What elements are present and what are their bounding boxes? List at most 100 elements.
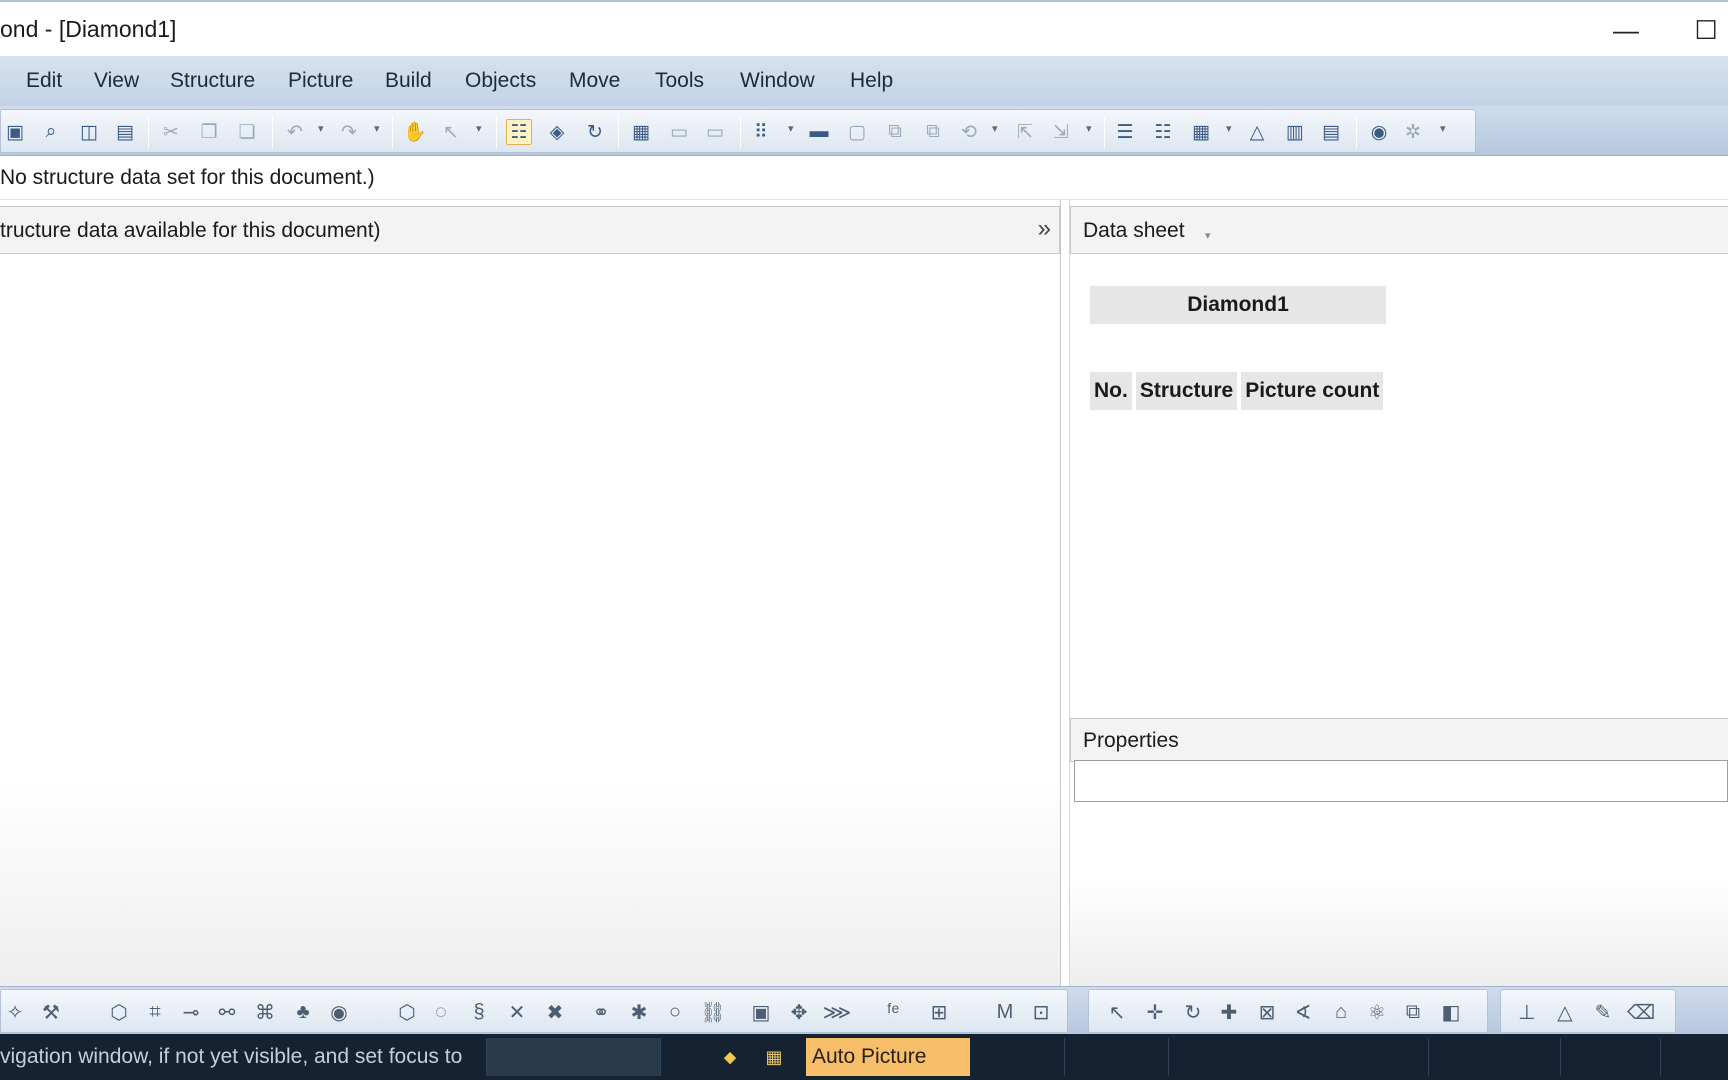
measure-angle-icon[interactable]: △ xyxy=(1552,999,1578,1025)
bond-icon[interactable]: ⊸ xyxy=(178,999,204,1025)
rotate-icon[interactable]: ↻ xyxy=(1180,999,1206,1025)
menu-picture[interactable]: Picture xyxy=(288,69,353,93)
picture-copy-icon[interactable]: ▭ xyxy=(666,119,692,145)
measure-icon[interactable]: ✎ xyxy=(1590,999,1616,1025)
camera-icon[interactable]: ▬ xyxy=(806,119,832,145)
structure-view[interactable] xyxy=(0,254,1060,986)
ruler-icon[interactable]: ⊥ xyxy=(1514,999,1540,1025)
chain-icon[interactable]: ⛓ xyxy=(700,999,726,1025)
move-icon[interactable]: ✛ xyxy=(1142,999,1168,1025)
picture-dim-icon[interactable]: ▭ xyxy=(702,119,728,145)
hexagon-icon[interactable]: ⬡ xyxy=(394,999,420,1025)
object-icon[interactable]: ⧉ xyxy=(1400,999,1426,1025)
table-dropdown-icon[interactable]: ▾ xyxy=(1226,122,1232,135)
grid-points-icon[interactable]: ⊞ xyxy=(926,999,952,1025)
copy-page-icon[interactable]: ⧉ xyxy=(882,119,908,145)
link-icon[interactable]: ⚭ xyxy=(588,999,614,1025)
grid-dropdown-icon[interactable]: ▾ xyxy=(788,122,794,135)
panel-splitter[interactable] xyxy=(1060,200,1070,986)
select-pointer-icon[interactable]: ↖ xyxy=(438,119,464,145)
menu-help[interactable]: Help xyxy=(850,69,893,93)
redo-icon[interactable]: ↷ xyxy=(336,119,362,145)
column-header-picture-count[interactable]: Picture count xyxy=(1241,372,1384,410)
minimize-button[interactable]: — xyxy=(1606,12,1646,48)
network-icon[interactable]: ✱ xyxy=(626,999,652,1025)
lattice-plane-icon[interactable]: ⋙ xyxy=(823,999,851,1025)
box-select-icon[interactable]: ⊡ xyxy=(1028,999,1054,1025)
tab-data-sheet[interactable]: Data sheet ▾ xyxy=(1070,206,1728,254)
pan-hand-icon[interactable]: ✋ xyxy=(402,119,428,145)
list-details-icon[interactable]: ☷ xyxy=(1150,119,1176,145)
redo-dropdown-icon[interactable]: ▾ xyxy=(374,122,380,135)
menu-build[interactable]: Build xyxy=(385,69,432,93)
chevron-down-icon[interactable]: ▾ xyxy=(1205,229,1211,242)
tool-icon[interactable]: ✲ xyxy=(1400,119,1426,145)
sphere-icon[interactable]: ◉ xyxy=(326,999,352,1025)
diamond-icon[interactable]: ◉ xyxy=(1366,119,1392,145)
cluster-icon[interactable]: ⌘ xyxy=(252,999,278,1025)
new-picture-icon[interactable]: ▦ xyxy=(628,119,654,145)
ellipse-icon[interactable]: ○ xyxy=(662,999,688,1025)
molecule-icon[interactable]: ⚯ xyxy=(214,999,240,1025)
menu-tools[interactable]: Tools xyxy=(655,69,704,93)
grid-icon[interactable]: ⠿ xyxy=(748,119,774,145)
column-header-no[interactable]: No. xyxy=(1090,372,1132,410)
paste-page-icon[interactable]: ⧉ xyxy=(920,119,946,145)
data-sheet-icon[interactable]: ☷ xyxy=(506,119,532,145)
rotate-dropdown-icon[interactable]: ▾ xyxy=(992,122,998,135)
collapse-chevron-icon[interactable]: » xyxy=(1038,215,1051,243)
tree-icon[interactable]: ♣ xyxy=(290,999,316,1025)
lattice-icon[interactable]: ⌗ xyxy=(142,999,168,1025)
menu-edit[interactable]: Edit xyxy=(26,69,62,93)
menu-window[interactable]: Window xyxy=(740,69,815,93)
fe-label-icon[interactable]: ᶠᵉ xyxy=(880,999,906,1025)
pointer-dropdown-icon[interactable]: ▾ xyxy=(476,122,482,135)
triangle-icon[interactable]: △ xyxy=(1244,119,1270,145)
refresh-icon[interactable]: ↻ xyxy=(582,119,608,145)
undo-dropdown-icon[interactable]: ▾ xyxy=(318,122,324,135)
move-4way-icon[interactable]: ✥ xyxy=(786,999,812,1025)
import-icon[interactable]: ⇲ xyxy=(1048,119,1074,145)
magic-wand-icon[interactable]: ✧ xyxy=(2,999,28,1025)
menu-structure[interactable]: Structure xyxy=(170,69,255,93)
undo-icon[interactable]: ↶ xyxy=(282,119,308,145)
chart-icon[interactable]: ▥ xyxy=(1282,119,1308,145)
polyhedron-icon[interactable]: ⬡ xyxy=(106,999,132,1025)
cross-icon[interactable]: ✕ xyxy=(504,999,530,1025)
find-icon[interactable]: ⌕ xyxy=(38,119,64,145)
table-data-icon[interactable]: ▤ xyxy=(1318,119,1344,145)
m-label-icon[interactable]: M xyxy=(992,999,1018,1025)
copy-icon[interactable]: ❐ xyxy=(196,119,222,145)
atoms-icon[interactable]: ⚛ xyxy=(1364,999,1390,1025)
tool-dropdown-icon[interactable]: ▾ xyxy=(1440,122,1446,135)
menu-objects[interactable]: Objects xyxy=(465,69,536,93)
eraser-icon[interactable]: ⌫ xyxy=(1627,999,1655,1025)
rotate-icon[interactable]: ⟲ xyxy=(956,119,982,145)
new-page-icon[interactable]: ▢ xyxy=(844,119,870,145)
ring-icon[interactable]: ◌ xyxy=(428,999,454,1025)
layers-icon[interactable]: ◧ xyxy=(1438,999,1464,1025)
frame-icon[interactable]: ▣ xyxy=(748,999,774,1025)
translate-icon[interactable]: ✚ xyxy=(1216,999,1242,1025)
pyramid-icon[interactable]: ⌂ xyxy=(1328,999,1354,1025)
cross-alt-icon[interactable]: ✖ xyxy=(542,999,568,1025)
column-header-structure[interactable]: Structure xyxy=(1135,372,1238,410)
coil-icon[interactable]: § xyxy=(466,999,492,1025)
print-preview-icon[interactable]: ◫ xyxy=(76,119,102,145)
import-dropdown-icon[interactable]: ▾ xyxy=(1086,122,1092,135)
zoom-box-icon[interactable]: ⊠ xyxy=(1254,999,1280,1025)
menu-view[interactable]: View xyxy=(94,69,139,93)
paste-icon[interactable]: ❏ xyxy=(234,119,260,145)
auto-picture-icon[interactable]: ◈ xyxy=(544,119,570,145)
pick-icon[interactable]: ⚒ xyxy=(38,999,64,1025)
maximize-button[interactable]: ☐ xyxy=(1686,12,1726,48)
cut-icon[interactable]: ✂ xyxy=(158,119,184,145)
export-icon[interactable]: ⇱ xyxy=(1012,119,1038,145)
angle-icon[interactable]: ∢ xyxy=(1290,999,1316,1025)
pointer-icon[interactable]: ↖ xyxy=(1104,999,1130,1025)
table-icon[interactable]: ▦ xyxy=(1188,119,1214,145)
save-icon[interactable]: ▣ xyxy=(2,119,28,145)
properties-field[interactable] xyxy=(1074,760,1728,802)
print-icon[interactable]: ▤ xyxy=(112,119,138,145)
list-icon[interactable]: ☰ xyxy=(1112,119,1138,145)
